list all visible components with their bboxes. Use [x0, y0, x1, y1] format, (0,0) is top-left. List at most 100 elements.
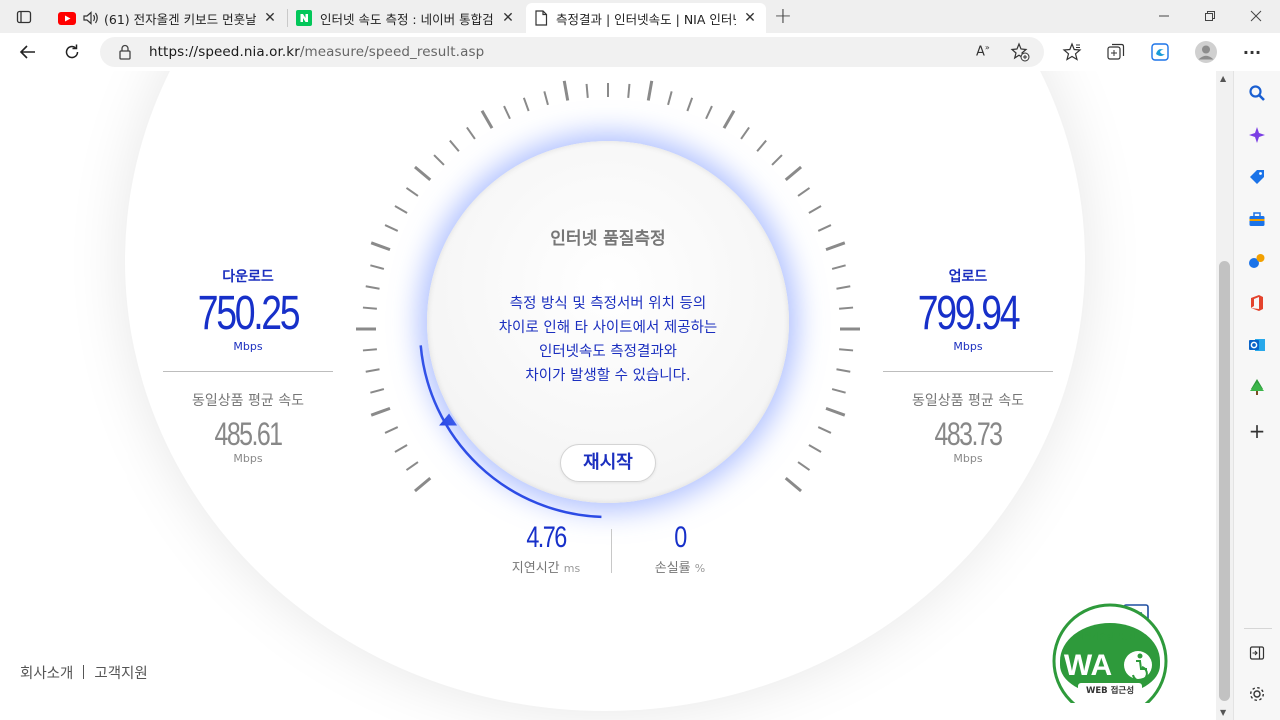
- close-icon[interactable]: ✕: [262, 10, 278, 26]
- sidebar-copilot-button[interactable]: [1247, 125, 1267, 145]
- download-average-speed: 485.61: [214, 416, 284, 452]
- scrollbar-thumb[interactable]: [1219, 261, 1230, 701]
- favorites-button[interactable]: [1057, 37, 1087, 67]
- gauge-tick: [686, 97, 694, 112]
- scroll-up-icon[interactable]: ▲: [1220, 74, 1226, 83]
- gauge-tick: [808, 444, 822, 453]
- customer-support-link[interactable]: 고객지원: [94, 666, 147, 682]
- lock-icon[interactable]: [118, 44, 132, 60]
- divider: [83, 665, 85, 679]
- upload-average-unit: Mbps: [953, 452, 983, 465]
- upload-speed: 799.94: [917, 287, 1021, 340]
- sidebar-add-button[interactable]: +: [1247, 419, 1267, 443]
- sidebar-settings-button[interactable]: [1247, 684, 1267, 704]
- gauge-tick: [836, 285, 851, 290]
- plus-icon: +: [1248, 419, 1266, 443]
- sidebar-office-button[interactable]: [1247, 293, 1267, 313]
- loss-metric: 0 손실률 %: [625, 521, 735, 576]
- sidebar-tree-button[interactable]: [1247, 377, 1267, 397]
- tab-actions-icon: [16, 10, 32, 24]
- edge-sidebar: +: [1233, 71, 1280, 720]
- download-average-label: 동일상품 평균 속도: [192, 393, 304, 409]
- url-field[interactable]: https://speed.nia.or.kr/measure/speed_re…: [100, 37, 1044, 67]
- upload-panel: 업로드 799.94 Mbps 동일상품 평균 속도 483.73 Mbps: [883, 266, 1053, 465]
- latency-value: 4.76: [526, 521, 567, 554]
- sidebar-shopping-button[interactable]: [1247, 167, 1267, 187]
- gauge-tick: [817, 224, 832, 232]
- browser-essentials-button[interactable]: [1145, 37, 1175, 67]
- gauge-tick: [817, 426, 832, 434]
- gauge-tick: [825, 241, 846, 252]
- gauge-tick: [797, 461, 811, 471]
- download-speed: 750.25: [197, 287, 301, 340]
- restore-icon: [1205, 11, 1215, 21]
- gauge-tick: [522, 97, 530, 112]
- sidebar-search-button[interactable]: [1247, 83, 1267, 103]
- measurement-notice: 측정 방식 및 측정서버 위치 등의 차이로 인해 타 사이트에서 제공하는 인…: [498, 296, 718, 384]
- sidebar-games-button[interactable]: [1247, 251, 1267, 271]
- gauge-tick: [405, 187, 419, 197]
- gauge-tick: [705, 105, 713, 120]
- gauge-tick: [413, 476, 432, 493]
- company-info-link[interactable]: 회사소개: [20, 666, 73, 682]
- edge-essentials-icon: [1151, 43, 1169, 61]
- upload-average-label: 동일상품 평균 속도: [912, 393, 1024, 409]
- gauge-tick: [365, 368, 380, 373]
- latency-metric: 4.76 지연시간 ms: [491, 521, 601, 576]
- tab-title: 인터넷 속도 측정 : 네이버 통합검: [320, 11, 494, 27]
- shopping-tag-icon: [1250, 170, 1264, 184]
- sidebar-hide-button[interactable]: [1247, 643, 1267, 663]
- divider: [883, 371, 1053, 372]
- read-aloud-icon[interactable]: A»: [976, 43, 990, 59]
- gauge-tick: [394, 444, 408, 453]
- tree-icon: [1250, 379, 1264, 395]
- profile-button[interactable]: [1191, 37, 1221, 67]
- game-pieces-icon: [1249, 254, 1265, 268]
- gauge-tick: [722, 110, 736, 129]
- close-icon[interactable]: ✕: [500, 10, 516, 26]
- gauge-tick: [825, 406, 846, 417]
- tab-actions-button[interactable]: [10, 5, 38, 29]
- latency-unit: ms: [563, 562, 581, 575]
- sidebar-outlook-button[interactable]: [1247, 335, 1267, 355]
- gauge-tick: [543, 91, 549, 106]
- gauge-tick: [756, 139, 767, 152]
- tab-title: (61) 전자올겐 키보드 먼훗날: [104, 11, 256, 27]
- gauge-tick: [480, 110, 494, 129]
- tab-naver[interactable]: 인터넷 속도 측정 : 네이버 통합검 ✕: [288, 3, 524, 33]
- gauge-tick: [740, 126, 750, 140]
- minimize-button[interactable]: [1141, 0, 1187, 32]
- back-button[interactable]: [13, 37, 43, 67]
- sidebar-tools-button[interactable]: [1247, 209, 1267, 229]
- gauge-tick: [394, 205, 408, 214]
- add-favorite-icon[interactable]: [1010, 42, 1030, 62]
- tab-youtube[interactable]: (61) 전자올겐 키보드 먼훗날 ✕: [50, 3, 286, 33]
- gauge-tick: [562, 80, 570, 101]
- gauge-tick: [370, 388, 385, 394]
- gauge-tick: [405, 461, 419, 471]
- speaker-icon[interactable]: [82, 10, 100, 26]
- gauge-tick: [831, 264, 846, 270]
- gauge-tick: [449, 139, 460, 152]
- scroll-down-icon[interactable]: ▼: [1220, 708, 1226, 717]
- gauge-tick: [839, 306, 854, 310]
- more-menu-button[interactable]: ···: [1237, 37, 1267, 67]
- restart-button[interactable]: 재시작: [560, 444, 656, 482]
- refresh-button[interactable]: [57, 37, 87, 67]
- latency-label: 지연시간: [511, 561, 560, 576]
- collections-button[interactable]: [1101, 37, 1131, 67]
- gear-icon: [1249, 686, 1265, 702]
- gauge-tick: [784, 476, 803, 493]
- upload-average-speed: 483.73: [934, 416, 1004, 452]
- web-accessibility-badge[interactable]: 과학기술정보통신부 WA WEB 접근성: [1050, 603, 1175, 703]
- restore-button[interactable]: [1187, 0, 1233, 32]
- page-content: 인터넷 품질측정 측정 방식 및 측정서버 위치 등의 차이로 인해 타 사이트…: [0, 71, 1216, 720]
- download-average-unit: Mbps: [233, 452, 263, 465]
- tab-nia-result[interactable]: 측정결과 | 인터넷속도 | NIA 인터넷 ✕: [526, 3, 766, 33]
- close-window-button[interactable]: [1233, 0, 1279, 32]
- favorites-star-icon: [1062, 42, 1082, 61]
- download-panel: 다운로드 750.25 Mbps 동일상품 평균 속도 485.61 Mbps: [163, 266, 333, 465]
- vertical-scrollbar[interactable]: ▲ ▼: [1216, 71, 1233, 720]
- new-tab-button[interactable]: +: [770, 0, 796, 32]
- close-icon[interactable]: ✕: [742, 10, 758, 26]
